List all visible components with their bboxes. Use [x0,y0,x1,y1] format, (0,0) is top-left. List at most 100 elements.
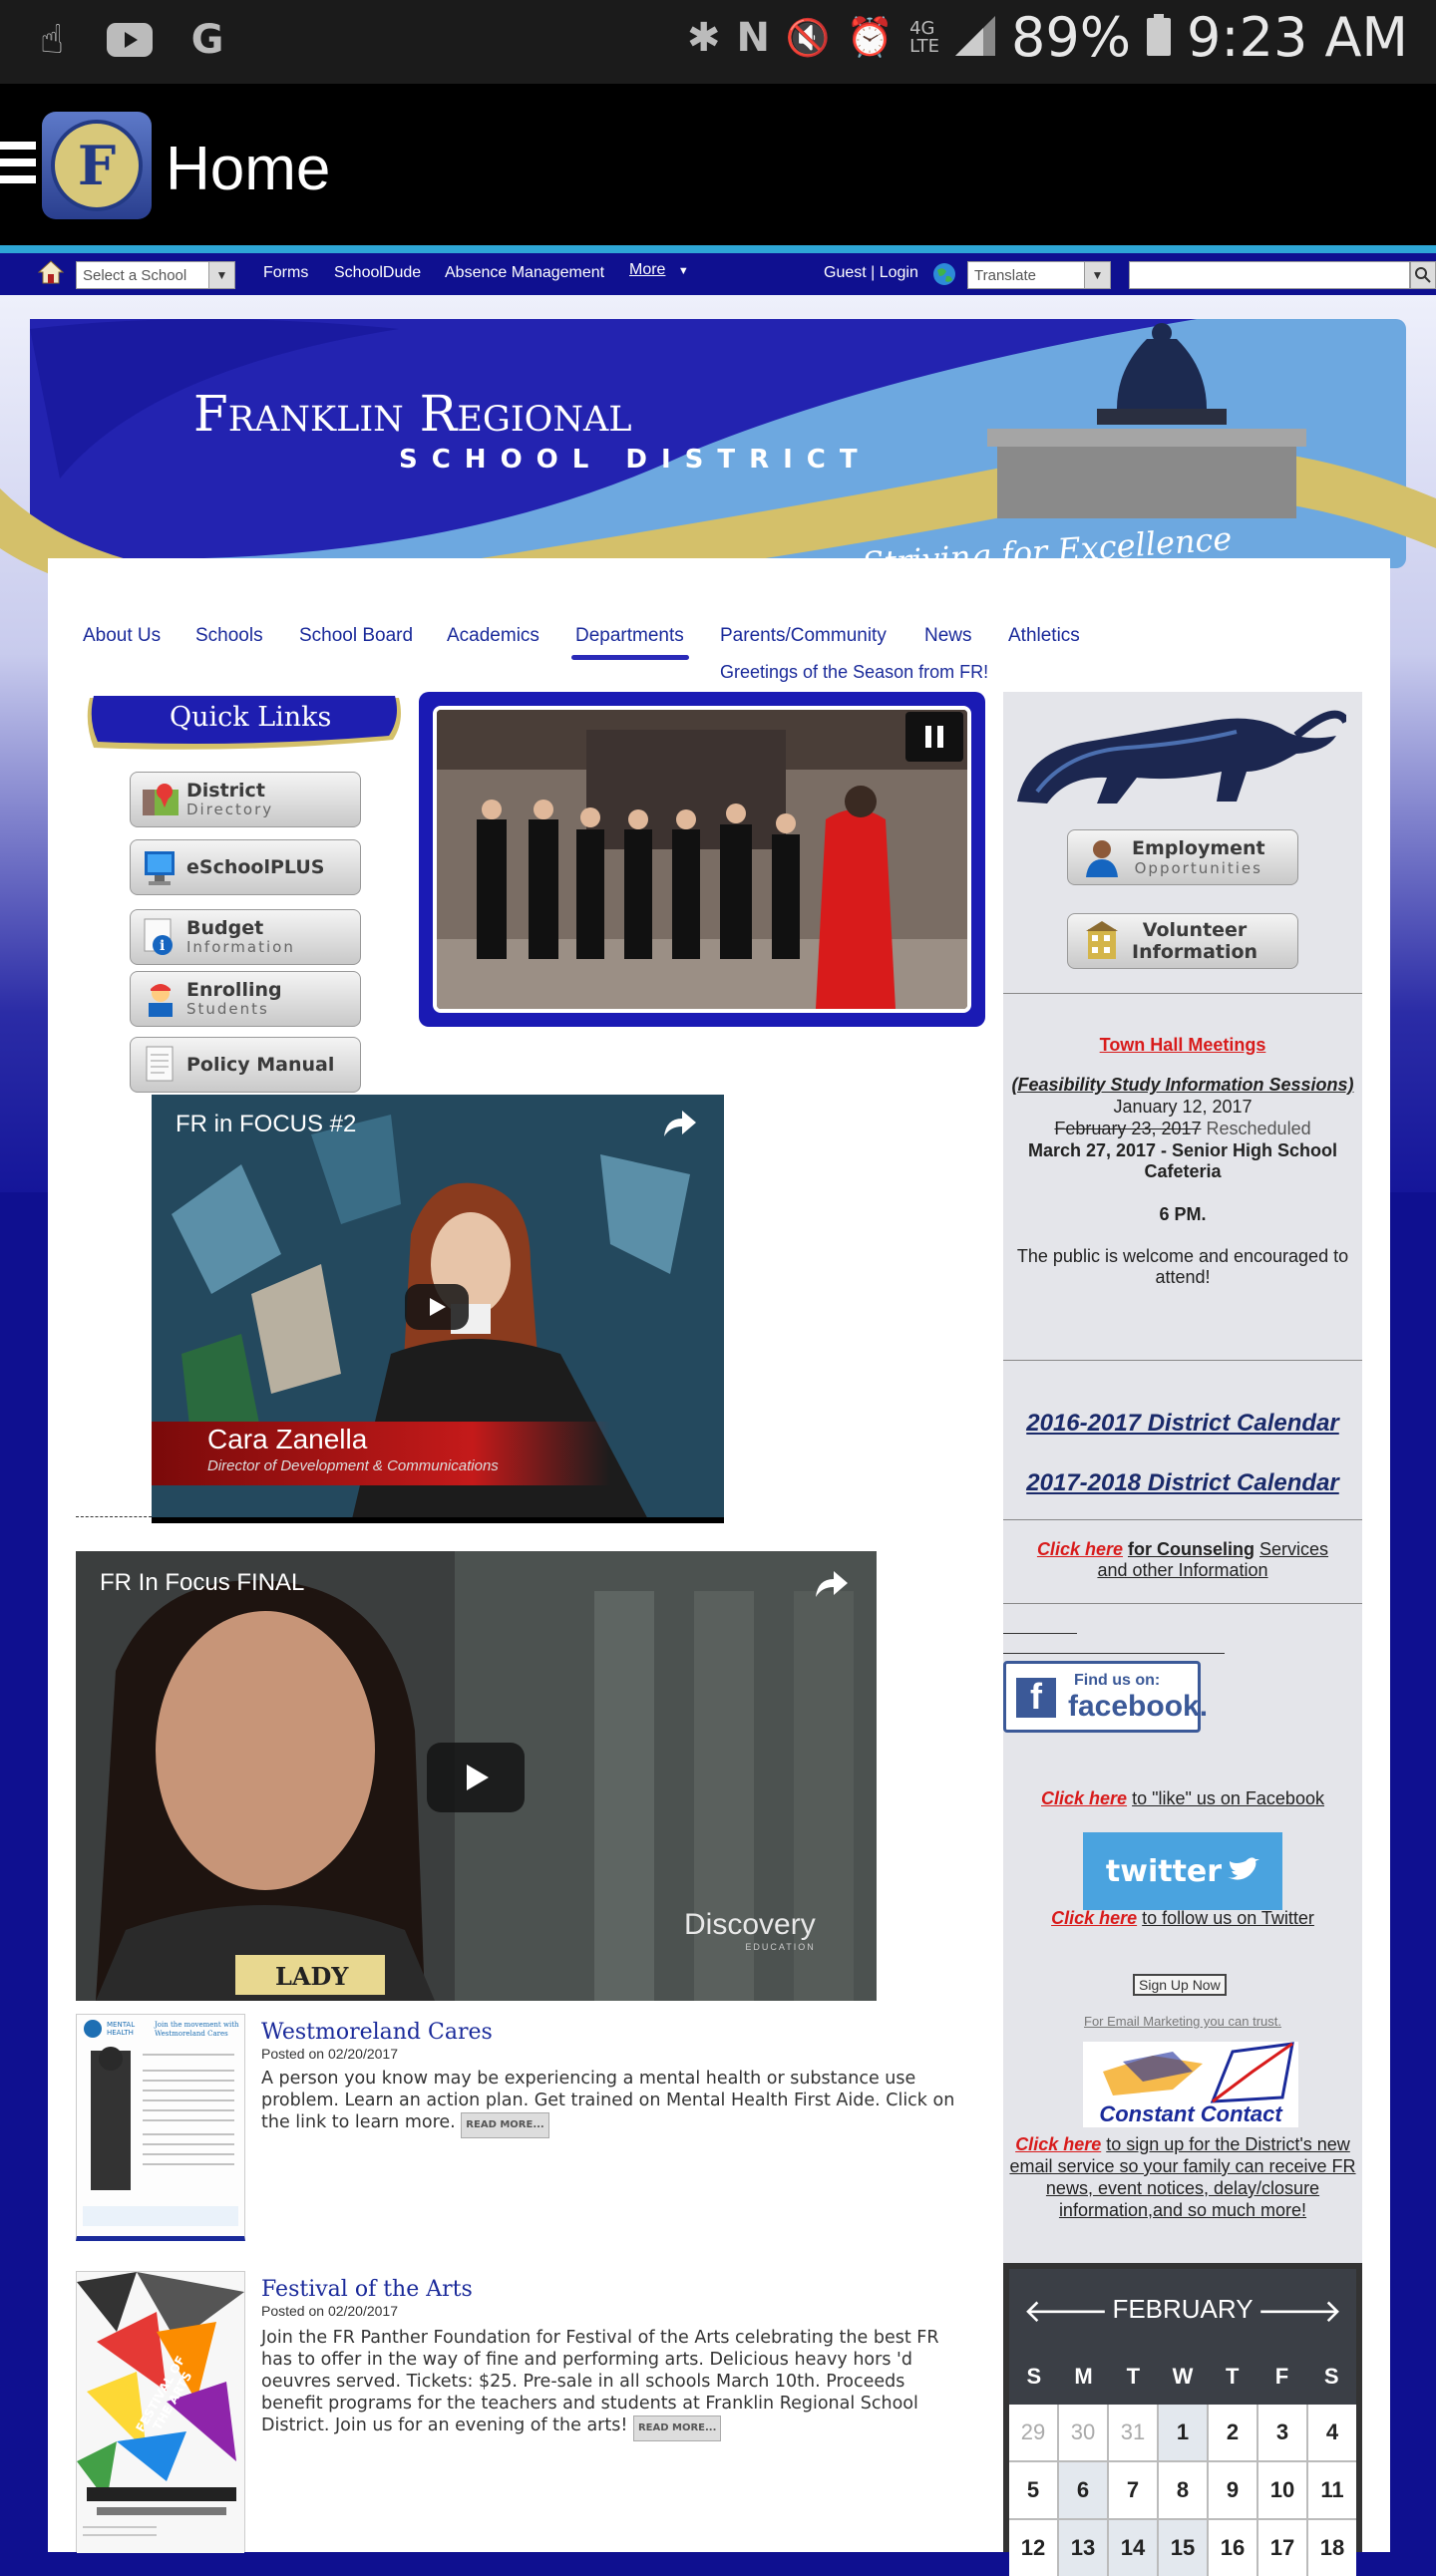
video-player-2[interactable]: FR In Focus FINAL LADY Discovery EDUCATI… [76,1551,877,2001]
youtube-icon [106,16,154,64]
school-select[interactable]: Select a School ▼ [76,261,235,289]
counseling-link[interactable]: Click here for Counseling Services and o… [1003,1539,1362,1581]
chevron-down-icon: ▼ [677,265,689,277]
news-date-1: Posted on 02/20/2017 [261,2046,399,2062]
computer-icon [145,851,175,885]
calendar-day[interactable]: 29 [1009,2405,1057,2460]
quick-link-eschoolplus[interactable]: eSchoolPLUS [130,839,361,895]
pause-icon[interactable] [905,712,963,762]
calendar-day[interactable]: 1 [1159,2405,1207,2460]
bluetooth-icon: ✱ [686,14,721,61]
nav-academics[interactable]: Academics [447,625,539,647]
news-thumbnail-1[interactable]: MENTAL HEALTH Join the movement with Wes… [76,2014,245,2241]
employment-button[interactable]: Employment Opportunities [1067,829,1298,885]
calendar-day[interactable]: 18 [1308,2520,1356,2576]
twitter-link[interactable]: Click here to follow us on Twitter [1003,1908,1362,1929]
prev-month-icon[interactable]: 🡐 [1023,2291,1109,2330]
calendar-day[interactable]: 30 [1059,2405,1107,2460]
calendar-day[interactable]: 2 [1209,2405,1256,2460]
twitter-badge[interactable]: twitter [1083,1832,1282,1910]
video-player-1[interactable]: FR in FOCUS #2 Cara Zanella Director of … [152,1095,724,1523]
calendar-day[interactable]: 13 [1059,2520,1107,2576]
calendar-day[interactable]: 31 [1109,2405,1157,2460]
facebook-link[interactable]: Click here to "like" us on Facebook [1003,1788,1362,1809]
site-search-input[interactable] [1129,261,1410,289]
constant-contact-logo[interactable]: Constant Contact [1083,2042,1298,2127]
quick-link-budget[interactable]: i Budget Information [130,909,361,965]
calendar-link-2017[interactable]: 2017-2018 District Calendar [1003,1469,1362,1497]
app-bar: F Home [0,84,1436,245]
facebook-badge[interactable]: f Find us on: facebook. [1003,1661,1208,1733]
calendar-day[interactable]: 8 [1159,2462,1207,2518]
greeting-ticker[interactable]: Greetings of the Season from FR! [720,662,988,683]
nav-athletics[interactable]: Athletics [1008,625,1080,647]
calendar-link-2016[interactable]: 2016-2017 District Calendar [1003,1410,1362,1438]
nav-schools[interactable]: Schools [195,625,263,647]
menu-icon[interactable] [0,142,36,185]
news-thumbnail-2[interactable]: FESTIVAL OF THE ARTS [76,2271,245,2553]
counseling-text1: for Counseling [1128,1539,1255,1559]
quick-link-policy-manual[interactable]: Policy Manual [130,1037,361,1093]
alarm-icon: ⏰ [846,15,895,59]
translate-select[interactable]: Translate ▼ [967,261,1111,289]
calendar-day[interactable]: 6 [1059,2462,1107,2518]
calendar-day[interactable]: 12 [1009,2520,1057,2576]
news-title-2[interactable]: Festival of the Arts [261,2277,473,2302]
calendar-day[interactable]: 17 [1258,2520,1306,2576]
calendar-day[interactable]: 7 [1109,2462,1157,2518]
calendar-day[interactable]: 5 [1009,2462,1057,2518]
nav-link-absence[interactable]: Absence Management [445,264,604,282]
slideshow-image [433,706,971,1013]
discovery-brand: Discovery [684,1908,816,1941]
volunteer-button[interactable]: Volunteer Information [1067,913,1298,969]
translate-value: Translate [974,266,1036,284]
calendar-day[interactable]: 15 [1159,2520,1207,2576]
calendar-day[interactable]: 9 [1209,2462,1256,2518]
search-icon[interactable] [1410,261,1436,289]
calendar-day[interactable]: 4 [1308,2405,1356,2460]
status-bar: ☝ G ✱ N 🔇 ⏰ 4G LTE 89% 9:23 AM [0,0,1436,84]
app-logo: F [42,112,152,219]
login-link[interactable]: Guest | Login [824,264,918,282]
share-icon[interactable] [664,1111,696,1140]
play-button[interactable] [427,1743,525,1812]
divider [1003,993,1362,994]
nav-link-more[interactable]: More ▼ [629,261,689,279]
calendar-day[interactable]: 10 [1258,2462,1306,2518]
read-more-button[interactable]: READ MORE... [461,2112,549,2138]
calendar-day[interactable]: 11 [1308,2462,1356,2518]
constant-contact-signup-link[interactable]: Click here to sign up for the District's… [1003,2133,1362,2221]
battery-percent: 89% [1011,6,1132,69]
nav-parents[interactable]: Parents/Community [720,625,887,647]
nav-link-forms[interactable]: Forms [263,264,308,282]
nav-school-board[interactable]: School Board [299,625,413,647]
read-more-button[interactable]: READ MORE... [632,2415,722,2441]
town-hall-date1: January 12, 2017 [1113,1097,1253,1117]
clock: 9:23 AM [1187,6,1408,69]
news-title-1[interactable]: Westmoreland Cares [261,2020,493,2045]
next-month-icon[interactable]: 🡒 [1256,2291,1342,2330]
dow: T [1126,2364,1141,2389]
photo-slideshow[interactable] [419,692,985,1027]
nfc-icon: N [736,14,770,61]
email-marketing-link[interactable]: For Email Marketing you can trust. [1003,2014,1362,2029]
nav-about[interactable]: About Us [83,625,161,647]
share-icon[interactable] [816,1571,848,1601]
employment-sublabel: Opportunities [1134,859,1262,877]
mini-calendar: 🡐 FEBRUARY 🡒 S M T W T F S 29 30 31 1 2 … [1003,2263,1362,2576]
play-button[interactable] [405,1284,469,1330]
calendar-grid: 29 30 31 1 2 3 4 5 6 7 8 9 10 11 12 13 1… [1009,2405,1356,2576]
nav-news[interactable]: News [924,625,972,647]
quick-link-enrolling[interactable]: Enrolling Students [130,971,361,1027]
town-hall-heading[interactable]: Town Hall Meetings [1003,1035,1362,1056]
nav-departments[interactable]: Departments [575,625,684,647]
calendar-day[interactable]: 3 [1258,2405,1306,2460]
quick-link-district-directory[interactable]: District Directory [130,772,361,827]
signup-button[interactable]: Sign Up Now [1133,1974,1227,1996]
calendar-day[interactable]: 14 [1109,2520,1157,2576]
district-banner[interactable]: Franklin Regional SCHOOL DISTRICT Strivi… [0,309,1436,598]
calendar-day[interactable]: 16 [1209,2520,1256,2576]
budget-info-icon: i [144,918,173,955]
nav-link-schooldude[interactable]: SchoolDude [334,264,421,282]
home-icon[interactable] [37,259,65,290]
